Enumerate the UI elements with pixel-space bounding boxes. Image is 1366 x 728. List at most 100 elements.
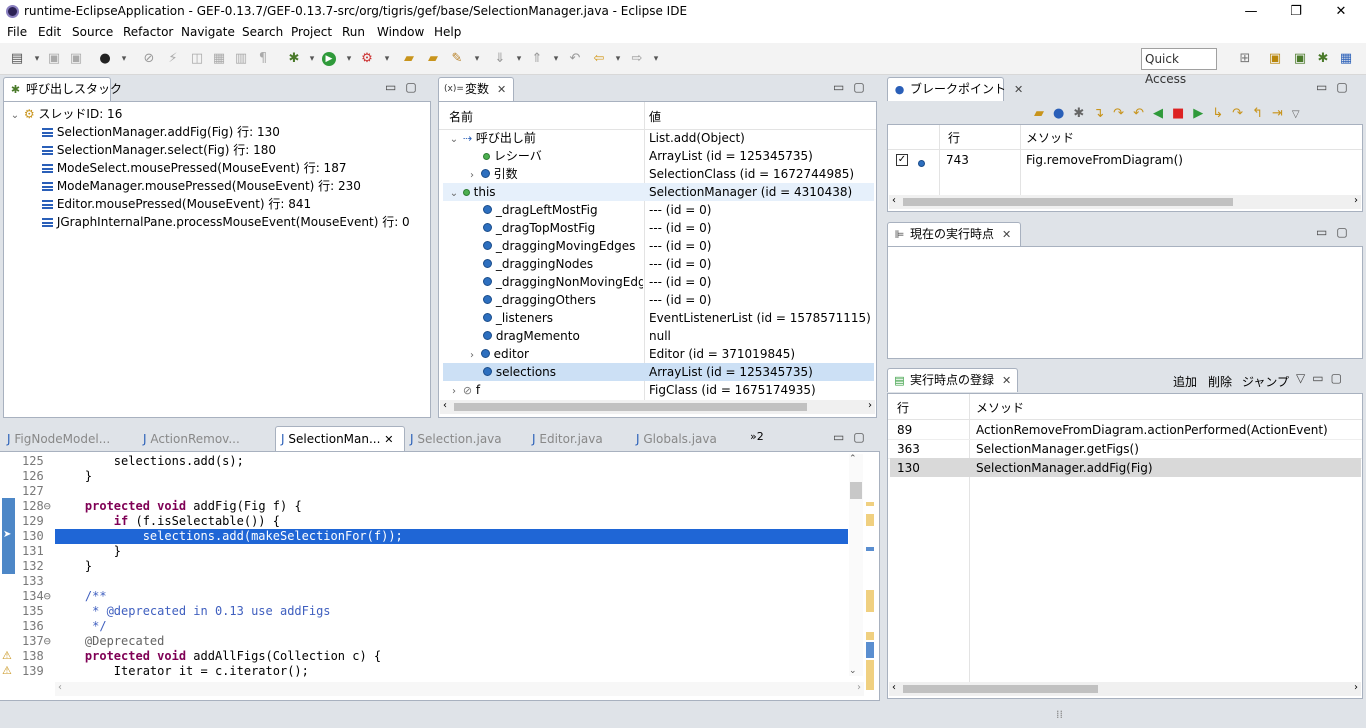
variable-value[interactable]: FigClass (id = 1675174935) <box>649 381 816 399</box>
layout-perspective-icon[interactable]: ▦ <box>1339 52 1353 66</box>
variable-value[interactable]: ArrayList (id = 125345735) <box>649 147 813 165</box>
skip-icon[interactable]: ↳ <box>1212 106 1232 121</box>
vertical-scrollbar[interactable]: ⌃ ⌄ <box>849 454 863 676</box>
variable-row[interactable]: dragMemento <box>483 327 580 345</box>
disconnect-icon[interactable]: ▦ <box>212 52 226 66</box>
chevron-right-icon[interactable]: › <box>467 347 477 365</box>
forward-icon[interactable]: ⇨ <box>630 52 644 66</box>
open-folder-icon[interactable]: ▰ <box>426 52 440 66</box>
stack-frame[interactable]: ModeSelect.mousePressed(MouseEvent) 行: 1… <box>42 159 346 177</box>
tab-selectionmanager[interactable]: J SelectionMan... ✕ <box>275 426 405 451</box>
menu-search[interactable]: Search <box>242 25 283 39</box>
close-icon[interactable]: ✕ <box>1002 228 1011 241</box>
variable-row[interactable]: レシーバ <box>483 147 542 165</box>
code-line[interactable]: Iterator it = c.iterator(); <box>56 664 846 679</box>
column-header-method[interactable]: メソッド <box>1026 129 1074 147</box>
step-icon[interactable]: ▥ <box>234 52 248 66</box>
dropdown-arrow-icon[interactable]: ▾ <box>117 52 131 66</box>
variable-value[interactable]: EventListenerList (id = 1578571115) <box>649 309 871 327</box>
paragraph-icon[interactable]: ¶ <box>256 52 270 66</box>
code-line[interactable]: if (f.isSelectable()) { <box>56 514 846 529</box>
use-step-filters-icon[interactable]: ⇥ <box>1272 106 1292 121</box>
scrollbar-thumb[interactable] <box>850 482 862 499</box>
code-line[interactable]: @Deprecated <box>56 634 846 649</box>
menu-file[interactable]: File <box>7 25 27 39</box>
variable-value[interactable]: List.add(Object) <box>649 129 745 147</box>
remove-icon[interactable]: ● <box>1053 106 1073 121</box>
panel-min-max[interactable]: ▭▢ <box>833 430 874 444</box>
variable-row[interactable]: _draggingMovingEdges <box>483 237 635 255</box>
java-perspective-icon[interactable]: ▣ <box>1268 52 1282 66</box>
menu-navigate[interactable]: Navigate <box>181 25 235 39</box>
breakpoint-checkbox[interactable]: ✓ <box>896 154 908 166</box>
column-header-line[interactable]: 行 <box>897 399 909 417</box>
code-text[interactable]: selections.add(s); } protected void addF… <box>56 454 846 679</box>
variable-value[interactable]: --- (id = 0) <box>649 273 711 291</box>
remove-all-icon[interactable]: ✱ <box>1073 106 1093 121</box>
horizontal-scrollbar[interactable]: ‹ › <box>55 682 864 696</box>
variable-value[interactable]: Editor (id = 371019845) <box>649 345 795 363</box>
menu-project[interactable]: Project <box>291 25 332 39</box>
variable-value[interactable]: --- (id = 0) <box>649 291 711 309</box>
code-line[interactable]: } <box>56 469 846 484</box>
code-line[interactable]: } <box>56 559 846 574</box>
panel-min-max[interactable]: ▭▢ <box>385 80 426 94</box>
delete-button[interactable]: 削除 <box>1208 373 1232 390</box>
variable-row[interactable]: _draggingNodes <box>483 255 593 273</box>
variable-value[interactable]: SelectionManager (id = 4310438) <box>649 183 852 201</box>
variable-value[interactable]: SelectionClass (id = 1672744985) <box>649 165 854 183</box>
panel-min-max[interactable]: ▭▢ <box>1316 225 1357 239</box>
column-header-line[interactable]: 行 <box>948 129 960 147</box>
tab-globals[interactable]: J Globals.java <box>636 432 717 446</box>
tab-current-point[interactable]: ⊫ 現在の実行時点 ✕ <box>887 222 1021 246</box>
menu-help[interactable]: Help <box>434 25 461 39</box>
breakpoint-line[interactable]: 743 <box>946 151 969 169</box>
close-icon[interactable]: ✕ <box>1002 374 1011 387</box>
dropdown-arrow-icon[interactable]: ▾ <box>549 52 563 66</box>
code-line[interactable] <box>56 574 846 589</box>
register-line[interactable]: 89 <box>897 421 912 439</box>
tab-breakpoints[interactable]: ● ブレークポイント ✕ <box>887 77 1023 101</box>
debug-perspective-icon[interactable]: ✱ <box>1316 52 1330 66</box>
code-line[interactable]: } <box>56 544 846 559</box>
skip-breakpoints-icon[interactable]: ⊘ <box>142 52 156 66</box>
menu-window[interactable]: Window <box>377 25 424 39</box>
panel-min-max[interactable]: ▭▢ <box>1316 80 1357 94</box>
menu-edit[interactable]: Edit <box>38 25 61 39</box>
open-perspective-icon[interactable]: ⊞ <box>1238 52 1252 66</box>
chevron-down-icon[interactable]: ⌄ <box>449 131 459 149</box>
scroll-up-icon[interactable]: ⌃ <box>849 454 857 464</box>
column-header-value[interactable]: 値 <box>649 108 661 126</box>
last-edit-icon[interactable]: ↶ <box>568 52 582 66</box>
dropdown-arrow-icon[interactable]: ▾ <box>30 52 44 66</box>
debug-icon[interactable]: ✱ <box>287 52 301 66</box>
dropdown-arrow-icon[interactable]: ▾ <box>380 52 394 66</box>
close-button[interactable]: ✕ <box>1318 0 1364 23</box>
search-icon[interactable]: ✎ <box>450 52 464 66</box>
tab-variables[interactable]: (x)= 変数 ✕ <box>438 77 514 101</box>
variable-row[interactable]: selections <box>483 363 556 381</box>
step-return-icon[interactable]: ↶ <box>1133 106 1153 121</box>
code-line[interactable]: selections.add(s); <box>56 454 846 469</box>
resume-icon[interactable]: ⚡ <box>166 52 180 66</box>
dropdown-arrow-icon[interactable]: ▾ <box>512 52 526 66</box>
horizontal-scrollbar[interactable]: ‹ › <box>889 682 1361 696</box>
menu-run[interactable]: Run <box>342 25 365 39</box>
register-method[interactable]: SelectionManager.getFigs() <box>976 440 1139 458</box>
close-icon[interactable]: ✕ <box>384 433 393 446</box>
new-icon[interactable]: ▤ <box>10 52 24 66</box>
step-back-icon[interactable]: ◀ <box>1153 106 1172 121</box>
scrollbar-thumb[interactable] <box>454 403 807 411</box>
back-icon[interactable]: ⇦ <box>592 52 606 66</box>
stack-frame[interactable]: ModeManager.mousePressed(MouseEvent) 行: … <box>42 177 361 195</box>
panel-min-max[interactable]: ▭▢ <box>833 80 874 94</box>
variable-row[interactable]: _dragLeftMostFig <box>483 201 598 219</box>
scroll-down-icon[interactable]: ⌄ <box>849 666 857 676</box>
chevron-right-icon[interactable]: › <box>449 383 459 401</box>
variable-row[interactable]: › 引数 <box>467 165 518 183</box>
external-tools-icon[interactable]: ⚙ <box>360 52 374 66</box>
next-annotation-icon[interactable]: ⇓ <box>493 52 507 66</box>
more-tabs-button[interactable]: »2 <box>750 430 764 443</box>
save-icon[interactable]: ▣ <box>47 52 61 66</box>
restore-button[interactable]: ❐ <box>1273 0 1319 23</box>
